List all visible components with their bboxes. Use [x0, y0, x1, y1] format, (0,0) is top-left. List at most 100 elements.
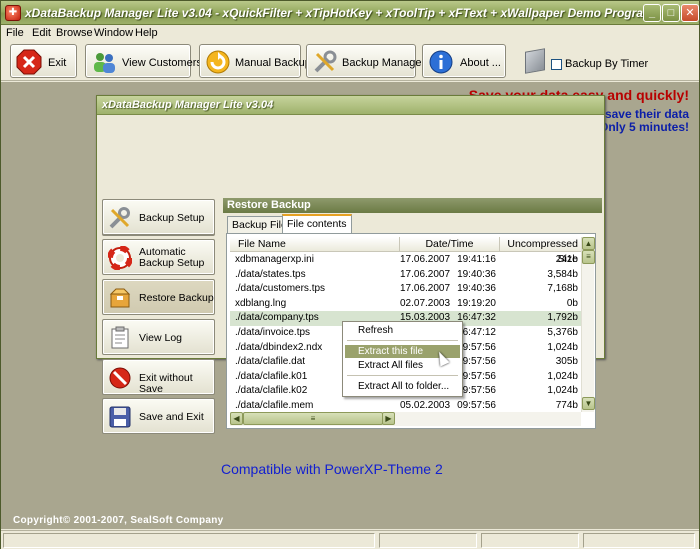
menu-bar: File Edit Browse Window Help	[1, 25, 699, 42]
restore-backup-title: Restore Backup	[223, 198, 602, 213]
cell-file-name: xdbmanagerxp.ini	[235, 254, 314, 265]
cell-date: 17.06.2007	[400, 283, 450, 295]
scroll-left-button[interactable]: ◀	[230, 412, 243, 425]
box-icon	[109, 288, 131, 308]
cell-time: 19:41:16	[457, 254, 496, 265]
dialog-title: xDataBackup Manager Lite v3.04	[102, 99, 274, 111]
horizontal-scrollbar[interactable]: ◀ ≡ ▶	[230, 412, 581, 426]
status-panel	[481, 533, 579, 548]
stop-icon	[16, 49, 42, 75]
maximize-button[interactable]: □	[662, 4, 680, 22]
table-row[interactable]: xdblang.lng 02.07.2003 19:19:20 0b	[230, 297, 581, 312]
cell-time: 19:40:36	[457, 283, 496, 295]
column-file-name[interactable]: File Name	[230, 237, 400, 252]
exit-button[interactable]: Exit	[10, 44, 77, 78]
timer-icon	[525, 48, 545, 74]
vertical-scrollbar[interactable]: ▲ ≡ ▼	[581, 237, 595, 412]
table-row[interactable]: ./data/states.tps 17.06.2007 19:40:36 3,584…	[230, 268, 581, 283]
ctx-extract-all-to-folder[interactable]: Extract All to folder...	[345, 380, 460, 393]
copyright-text: Copyright© 2001-2007, SealSoft Company	[13, 515, 224, 526]
table-row[interactable]: ./data/customers.tps 17.06.2007 19:40:36 7,…	[230, 282, 581, 297]
tools-icon	[314, 50, 337, 73]
restore-backup-label: Restore Backup	[139, 292, 214, 304]
tab-file-contents[interactable]: File contents	[282, 214, 352, 233]
dialog-title-bar[interactable]: xDataBackup Manager Lite v3.04	[97, 96, 604, 115]
app-icon: ✚	[5, 5, 21, 21]
cell-time: 19:40:36	[457, 268, 496, 280]
cell-size: 241b	[555, 254, 578, 265]
table-row[interactable]: xdbmanagerxp.ini 17.06.2007 19:41:16 241b	[230, 253, 581, 268]
backup-by-timer-label: Backup By Timer	[565, 58, 649, 70]
exit-without-save-label: Exit without Save	[139, 372, 193, 395]
cell-size: 5,376b	[547, 327, 578, 338]
cell-file-name: ./data/customers.tps	[235, 283, 326, 295]
about-button[interactable]: About ...	[422, 44, 506, 78]
cell-size: 1,024b	[547, 385, 578, 397]
backup-manager-button[interactable]: Backup Manager	[306, 44, 425, 78]
grid-header: File Name Date/Time Uncompressed Size	[230, 237, 581, 265]
cell-size: 1,792b	[547, 312, 578, 324]
cell-size: 305b	[555, 356, 578, 368]
scroll-down-button[interactable]: ▼	[582, 397, 595, 410]
lifebuoy-icon	[108, 246, 132, 270]
exit-without-save-button[interactable]: Exit without Save	[102, 359, 215, 395]
manual-backup-label: Manual Backup	[235, 57, 311, 69]
column-uncompressed-size[interactable]: Uncompressed Size	[500, 237, 581, 265]
cell-date: 02.07.2003	[400, 297, 450, 309]
ctx-refresh[interactable]: Refresh	[345, 324, 460, 337]
menu-edit[interactable]: Edit	[32, 27, 51, 39]
menu-browse[interactable]: Browse	[56, 27, 93, 39]
view-customers-label: View Customers	[122, 57, 202, 69]
status-panel	[3, 533, 375, 548]
ctx-separator	[347, 340, 458, 341]
clipboard-icon	[111, 326, 129, 349]
view-log-label: View Log	[139, 332, 183, 344]
cell-size: 7,168b	[547, 283, 578, 295]
backup-setup-label: Backup Setup	[139, 212, 205, 224]
status-panel	[583, 533, 695, 548]
save-and-exit-button[interactable]: Save and Exit	[102, 398, 215, 434]
save-and-exit-label: Save and Exit	[139, 411, 204, 423]
main-window: ✚ xDataBackup Manager Lite v3.04 - xQuic…	[0, 0, 700, 549]
compat-text: Compatible with PowerXP-Theme 2	[221, 461, 443, 477]
scroll-thumb[interactable]: ≡	[582, 250, 595, 264]
about-label: About ...	[460, 57, 501, 69]
users-icon	[94, 53, 115, 73]
manual-backup-button[interactable]: Manual Backup	[199, 44, 311, 78]
toolbar: Exit View Customers Manual Backup Backup…	[1, 42, 699, 81]
scroll-up-button[interactable]: ▲	[582, 237, 595, 250]
cell-date: 17.06.2007	[400, 254, 450, 265]
cell-size: 0b	[566, 297, 578, 309]
column-date-time[interactable]: Date/Time	[400, 237, 500, 252]
backup-manager-label: Backup Manager	[342, 57, 426, 69]
minimize-button[interactable]: _	[643, 4, 661, 22]
menu-window[interactable]: Window	[94, 27, 133, 39]
no-entry-icon	[109, 367, 131, 389]
view-log-button[interactable]: View Log	[102, 319, 215, 355]
menu-file[interactable]: File	[6, 27, 24, 39]
refresh-icon	[206, 50, 230, 74]
automatic-backup-setup-label: Automatic Backup Setup	[139, 246, 205, 269]
status-panel	[379, 533, 477, 548]
ctx-separator	[347, 375, 458, 376]
cell-file-name: ./data/states.tps	[235, 268, 306, 280]
backup-by-timer-checkbox[interactable]	[551, 59, 562, 70]
status-bar	[1, 530, 699, 549]
view-customers-button[interactable]: View Customers	[85, 44, 202, 78]
title-bar[interactable]: ✚ xDataBackup Manager Lite v3.04 - xQuic…	[1, 1, 699, 25]
cell-size: 1,024b	[547, 370, 578, 382]
cell-time: 19:19:20	[457, 297, 496, 309]
close-button[interactable]: ✕	[681, 4, 699, 22]
cell-date: 17.06.2007	[400, 268, 450, 280]
info-icon	[429, 50, 453, 74]
window-title: xDataBackup Manager Lite v3.04 - xQuickF…	[25, 6, 654, 20]
floppy-icon	[109, 406, 131, 428]
backup-setup-button[interactable]: Backup Setup	[102, 199, 215, 235]
restore-backup-button[interactable]: Restore Backup	[102, 279, 215, 315]
cell-size: 1,024b	[547, 341, 578, 353]
cell-file-name: xdblang.lng	[235, 297, 287, 309]
automatic-backup-setup-button[interactable]: Automatic Backup Setup	[102, 239, 215, 275]
hscroll-thumb[interactable]: ≡	[243, 412, 383, 425]
menu-help[interactable]: Help	[135, 27, 158, 39]
scroll-right-button[interactable]: ▶	[382, 412, 395, 425]
